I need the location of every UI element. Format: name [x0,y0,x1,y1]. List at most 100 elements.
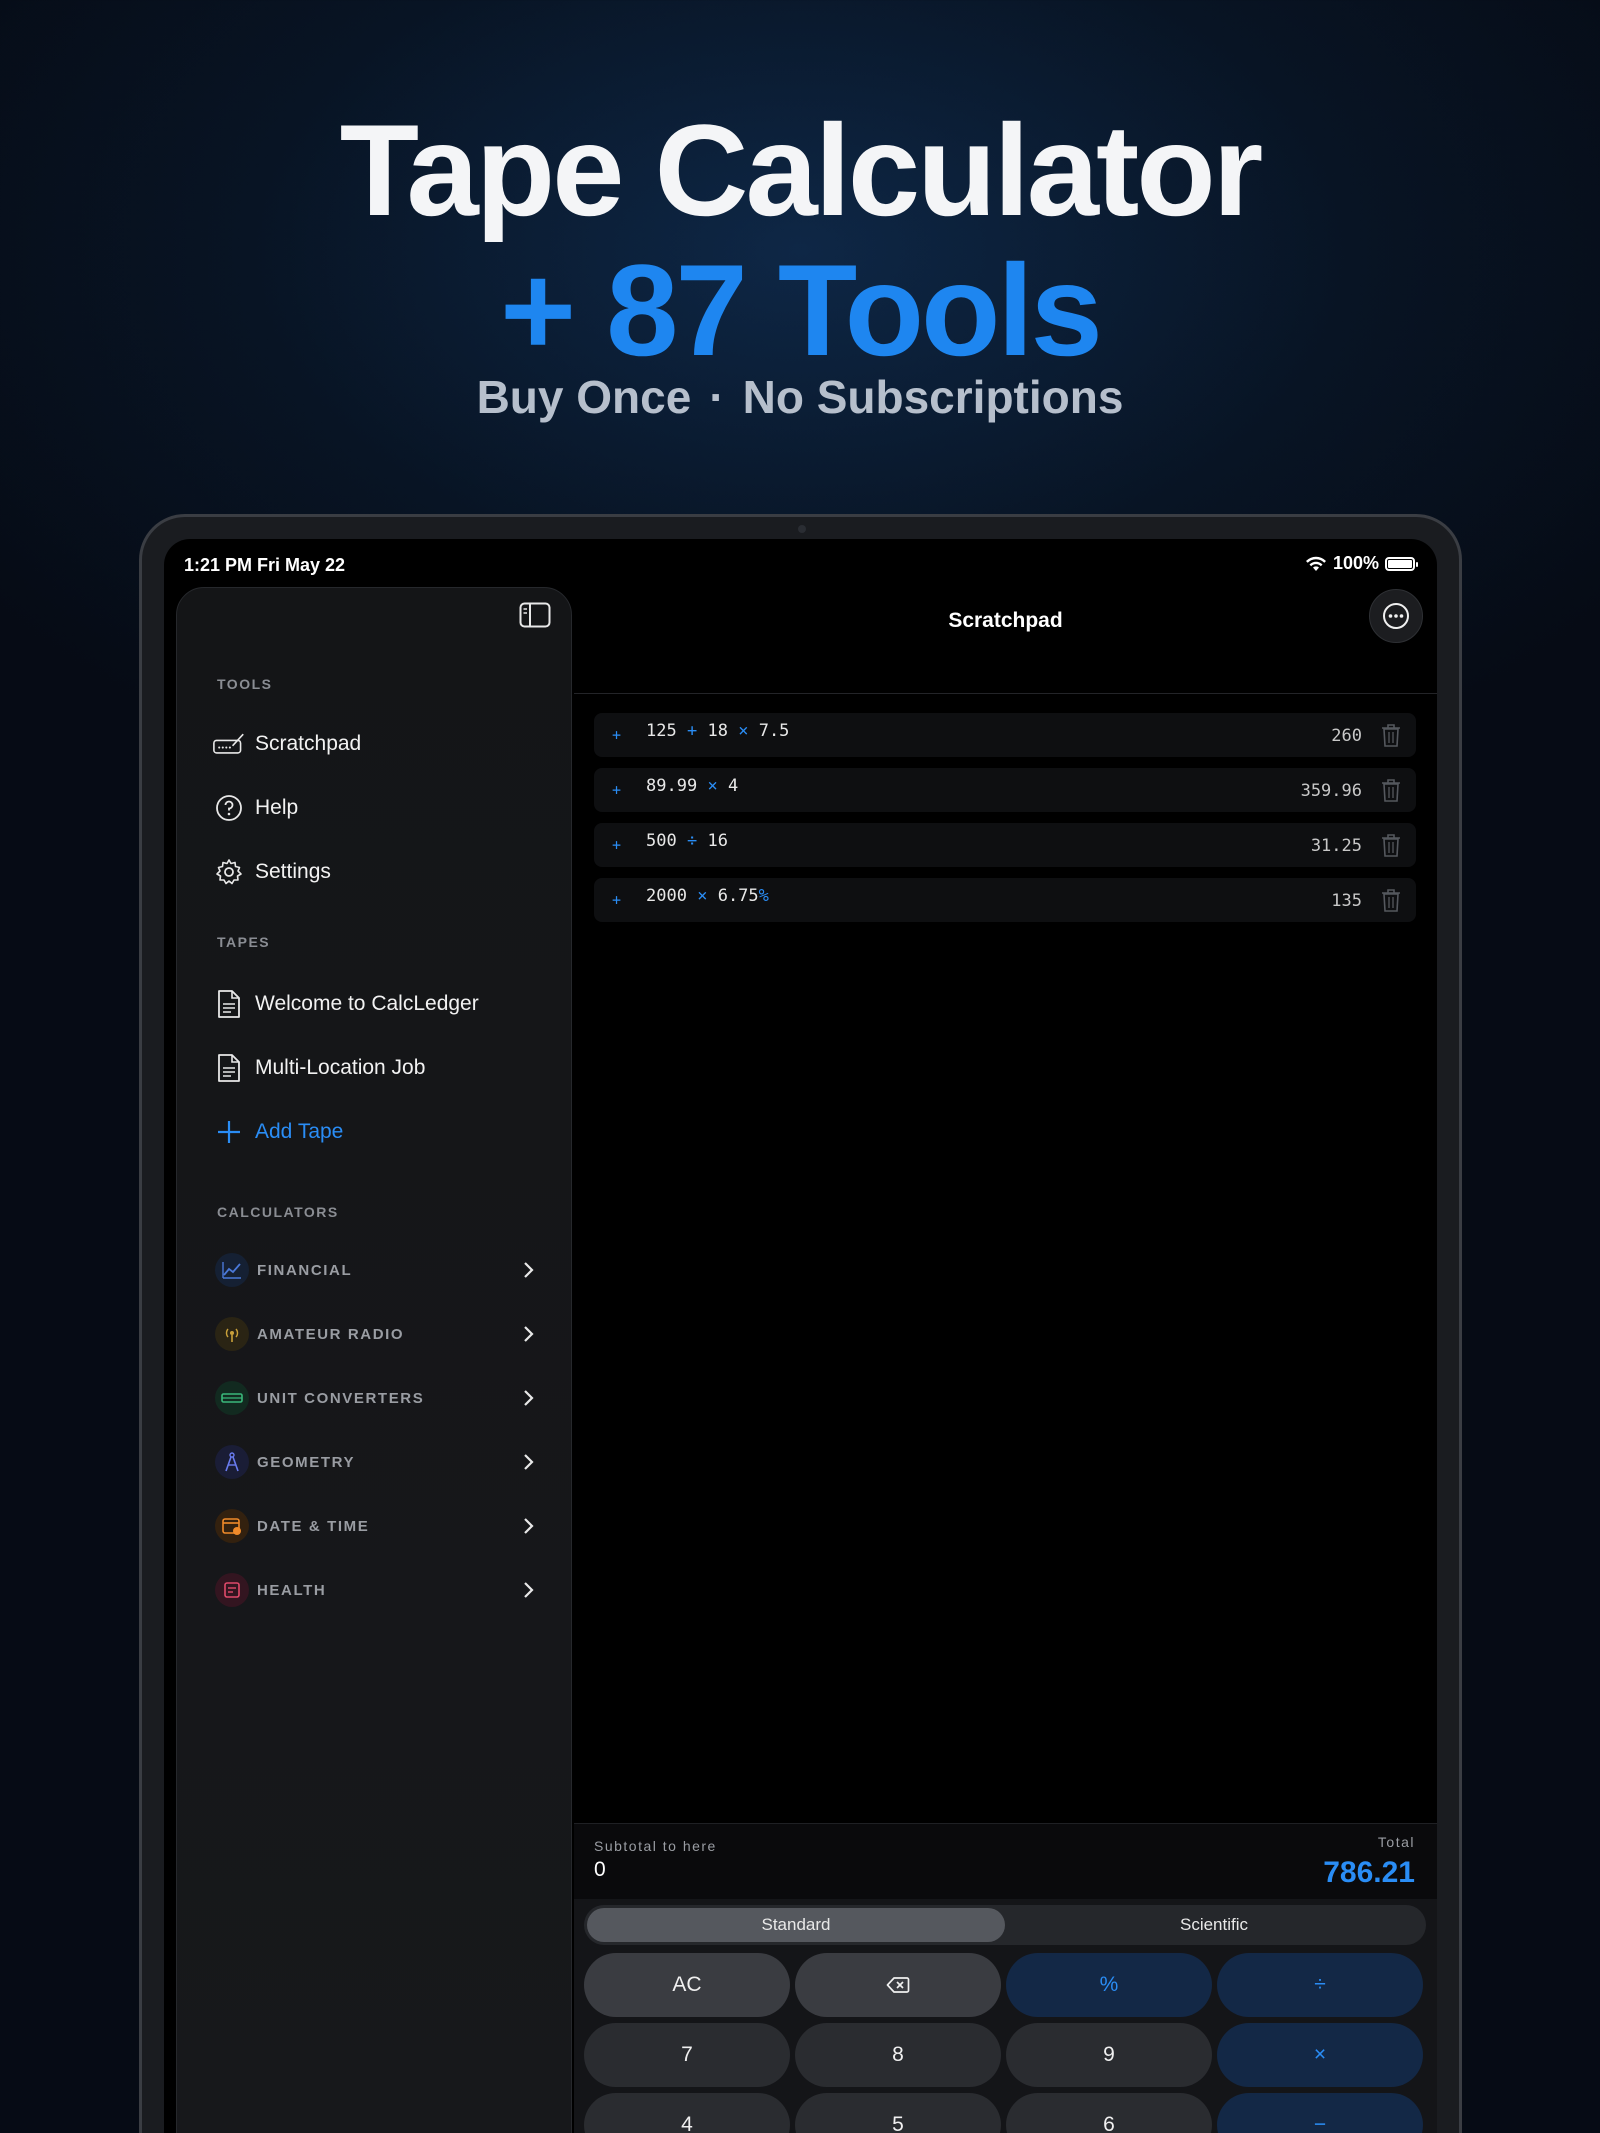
mode-standard[interactable]: Standard [587,1908,1005,1942]
health-icon [215,1573,249,1607]
chart-icon [215,1253,249,1287]
key-4[interactable]: 4 [584,2093,790,2133]
key-backspace[interactable] [795,1953,1001,2017]
mode-scientific[interactable]: Scientific [1005,1908,1423,1942]
tape-expression: 89.99 × 4 [646,776,739,796]
tape-value: 31.25 [1310,836,1362,856]
category-label: HEALTH [257,1581,327,1599]
category-label: GEOMETRY [257,1453,356,1471]
status-right: 100% [1305,553,1418,574]
category-unit-converters[interactable]: UNIT CONVERTERS [215,1378,535,1418]
key-minus[interactable]: − [1217,2093,1423,2133]
key-5[interactable]: 5 [795,2093,1001,2133]
trash-icon[interactable] [1380,887,1402,913]
sidebar-item-multi-location-tape[interactable]: Multi-Location Job [213,1046,553,1090]
mode-segmented-control: Standard Scientific [584,1905,1426,1945]
chevron-right-icon [524,1454,534,1470]
tape-expression: 2000 × 6.75% [646,886,769,906]
main-panel: Scratchpad + 125 + 18 × 7.5 260 + 89.99 … [574,587,1437,2133]
trash-icon[interactable] [1380,777,1402,803]
subtotal-label: Subtotal to here [594,1838,717,1854]
tagline-right: No Subscriptions [742,371,1124,423]
sidebar-item-label: Settings [255,860,331,883]
totals-bar: Subtotal to here 0 Total 786.21 [574,1823,1437,1899]
tape-value: 359.96 [1300,781,1362,801]
key-percent[interactable]: % [1006,1953,1212,2017]
page-title: Scratchpad [948,609,1063,632]
tape-row[interactable]: + 500 ÷ 16 31.25 [594,823,1416,867]
category-financial[interactable]: FINANCIAL [215,1250,535,1290]
tape-expression: 500 ÷ 16 [646,831,728,851]
scratchpad-icon [213,728,245,760]
sidebar-item-settings[interactable]: Settings [213,850,553,894]
gear-icon [213,856,245,888]
category-amateur-radio[interactable]: AMATEUR RADIO [215,1314,535,1354]
tape-value: 260 [1331,726,1362,746]
chevron-right-icon [524,1390,534,1406]
total-label: Total [1377,1834,1415,1850]
more-options-button[interactable] [1369,589,1423,643]
key-9[interactable]: 9 [1006,2023,1212,2087]
keypad: Standard Scientific AC % ÷ 7 8 9 × 4 5 6… [574,1899,1437,2133]
tape-expression: 125 + 18 × 7.5 [646,721,790,741]
key-multiply[interactable]: × [1217,2023,1423,2087]
tape-sign: + [612,781,622,799]
tape-row[interactable]: + 89.99 × 4 359.96 [594,768,1416,812]
antenna-icon [215,1317,249,1351]
chevron-right-icon [524,1262,534,1278]
header-divider [574,693,1437,694]
hero-title: Tape Calculator [339,97,1264,243]
chevron-right-icon [524,1326,534,1342]
ipad-screen: 1:21 PM Fri May 22 100% TOOLS Scratchpad [164,539,1437,2133]
sidebar-item-label: Welcome to CalcLedger [255,992,479,1015]
document-icon [213,1052,245,1084]
sidebar-toggle-icon[interactable] [519,602,551,628]
chevron-right-icon [524,1582,534,1598]
tapes-section-label: TAPES [217,934,271,950]
key-6[interactable]: 6 [1006,2093,1212,2133]
trash-icon[interactable] [1380,722,1402,748]
add-tape-label: Add Tape [255,1120,344,1143]
category-label: FINANCIAL [257,1261,353,1279]
wifi-icon [1305,556,1326,571]
category-geometry[interactable]: GEOMETRY [215,1442,535,1482]
calendar-icon [215,1509,249,1543]
sidebar-item-label: Multi-Location Job [255,1056,426,1079]
tape-sign: + [612,891,622,909]
category-label: DATE & TIME [257,1517,370,1535]
tools-section-label: TOOLS [217,676,273,692]
sidebar-item-scratchpad[interactable]: Scratchpad [213,722,553,766]
category-date-time[interactable]: DATE & TIME [215,1506,535,1546]
ruler-icon [215,1381,249,1415]
category-health[interactable]: HEALTH [215,1570,535,1610]
add-tape-button[interactable]: Add Tape [213,1110,553,1154]
battery-icon [1385,556,1418,571]
category-label: AMATEUR RADIO [257,1325,405,1343]
camera [798,525,806,533]
backspace-icon [886,1977,910,1993]
sidebar-item-welcome-tape[interactable]: Welcome to CalcLedger [213,982,553,1026]
sidebar-item-help[interactable]: Help [213,786,553,830]
tape-row[interactable]: + 2000 × 6.75% 135 [594,878,1416,922]
tape-sign: + [612,836,622,854]
key-divide[interactable]: ÷ [1217,1953,1423,2017]
key-8[interactable]: 8 [795,2023,1001,2087]
compass-icon [215,1445,249,1479]
tagline-left: Buy Once [476,371,692,423]
plus-icon [213,1116,245,1148]
key-ac[interactable]: AC [584,1953,790,2017]
battery-percent: 100% [1332,553,1379,573]
tape-row[interactable]: + 125 + 18 × 7.5 260 [594,713,1416,757]
subtotal-value: 0 [594,1858,606,1881]
ellipsis-circle-icon [1383,603,1409,629]
tape-value: 135 [1331,891,1362,911]
trash-icon[interactable] [1380,832,1402,858]
key-7[interactable]: 7 [584,2023,790,2087]
sidebar-item-label: Help [255,796,299,819]
total-value: 786.21 [1323,1856,1415,1889]
help-icon [213,792,245,824]
tagline-dot: · [709,371,725,423]
category-label: UNIT CONVERTERS [257,1389,425,1407]
hero-subtitle: + 87 Tools [500,237,1103,383]
chevron-right-icon [524,1518,534,1534]
